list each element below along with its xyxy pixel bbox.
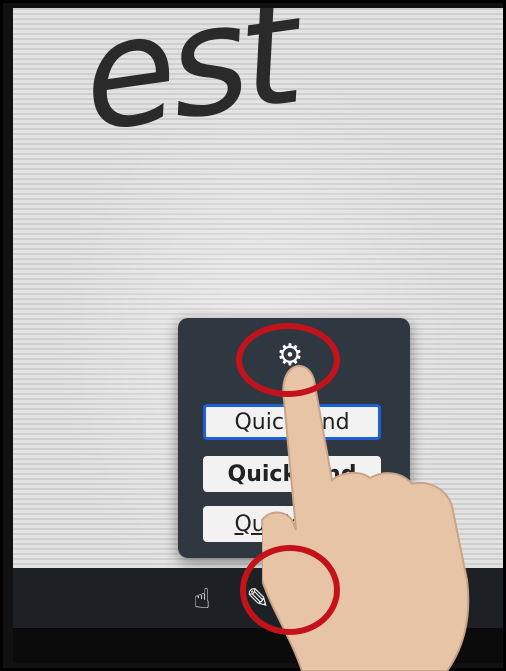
screen-bezel <box>13 628 503 663</box>
bottom-toolbar: ☝ ✎ T <box>13 568 503 628</box>
handwritten-text: est <box>71 8 306 166</box>
photo-frame: est ⚙ Quicksand Quicksand Quicksand ☝ ✎ … <box>0 0 506 671</box>
gear-icon[interactable]: ⚙ <box>274 340 306 372</box>
font-option-regular[interactable]: Quicksand <box>203 404 381 440</box>
text-style-popup: ⚙ Quicksand Quicksand Quicksand <box>178 318 410 558</box>
whiteboard-canvas[interactable]: est ⚙ Quicksand Quicksand Quicksand <box>13 8 503 568</box>
hand-icon[interactable]: ☝ <box>183 576 221 620</box>
font-option-bold[interactable]: Quicksand <box>203 456 381 492</box>
font-option-underline[interactable]: Quicksand <box>203 506 381 542</box>
text-icon[interactable]: T <box>295 575 333 622</box>
pen-icon[interactable]: ✎ <box>239 576 277 620</box>
